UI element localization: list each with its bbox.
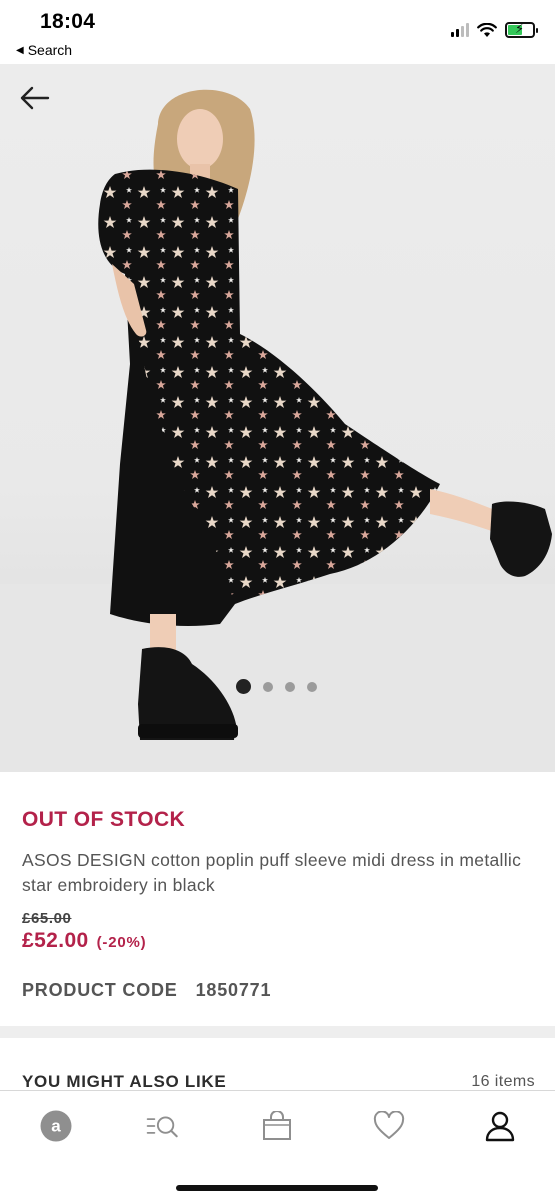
price-row: £52.00 (-20%) bbox=[22, 929, 146, 953]
recommendations-title: YOU MIGHT ALSO LIKE bbox=[22, 1072, 227, 1091]
recommendations-count: 16 items bbox=[471, 1073, 535, 1090]
home-indicator bbox=[176, 1185, 378, 1191]
product-code-label: PRODUCT CODE bbox=[22, 980, 178, 1000]
product-code-value: 1850771 bbox=[195, 980, 272, 1000]
svg-text:a: a bbox=[51, 1117, 61, 1136]
nav-bag[interactable] bbox=[259, 1109, 295, 1143]
product-photo bbox=[0, 89, 555, 772]
carousel-dot[interactable] bbox=[307, 681, 317, 692]
back-to-search-link[interactable]: ◀ Search bbox=[16, 42, 72, 58]
cellular-signal-icon bbox=[451, 23, 469, 37]
stock-status: OUT OF STOCK bbox=[22, 808, 186, 831]
product-info: OUT OF STOCK ASOS DESIGN cotton poplin p… bbox=[0, 772, 555, 1026]
product-image-carousel[interactable] bbox=[0, 64, 555, 772]
recommendations-header: YOU MIGHT ALSO LIKE 16 items bbox=[0, 1038, 555, 1092]
nav-account[interactable] bbox=[482, 1109, 518, 1143]
carousel-dot[interactable] bbox=[263, 681, 273, 692]
product-code: PRODUCT CODE 1850771 bbox=[22, 980, 271, 1001]
nav-saved[interactable] bbox=[371, 1109, 407, 1143]
back-to-search-label: Search bbox=[27, 42, 73, 58]
wifi-icon bbox=[477, 22, 497, 37]
discount-badge: (-20%) bbox=[96, 934, 147, 951]
heart-icon bbox=[373, 1111, 405, 1139]
user-icon bbox=[485, 1111, 515, 1142]
search-list-icon bbox=[146, 1116, 178, 1138]
back-arrow-icon[interactable] bbox=[18, 84, 50, 112]
bag-icon bbox=[263, 1111, 291, 1140]
bottom-nav: a bbox=[0, 1090, 555, 1200]
status-icons: ⚡ bbox=[451, 21, 538, 38]
nav-home[interactable]: a bbox=[38, 1109, 74, 1143]
carousel-dot[interactable] bbox=[285, 681, 295, 692]
nav-search[interactable] bbox=[145, 1109, 181, 1143]
battery-icon: ⚡ bbox=[505, 21, 538, 38]
status-bar: 18:04 ◀ Search ⚡ bbox=[0, 0, 555, 64]
status-time: 18:04 bbox=[40, 10, 96, 33]
back-triangle-icon: ◀ bbox=[16, 44, 24, 56]
asos-logo-icon: a bbox=[40, 1110, 72, 1142]
product-title: ASOS DESIGN cotton poplin puff sleeve mi… bbox=[22, 850, 522, 895]
carousel-pagination bbox=[0, 679, 554, 694]
carousel-dot-active[interactable] bbox=[236, 679, 251, 694]
section-divider bbox=[0, 1026, 555, 1038]
sale-price: £52.00 bbox=[22, 929, 89, 952]
original-price: £65.00 bbox=[22, 910, 72, 927]
